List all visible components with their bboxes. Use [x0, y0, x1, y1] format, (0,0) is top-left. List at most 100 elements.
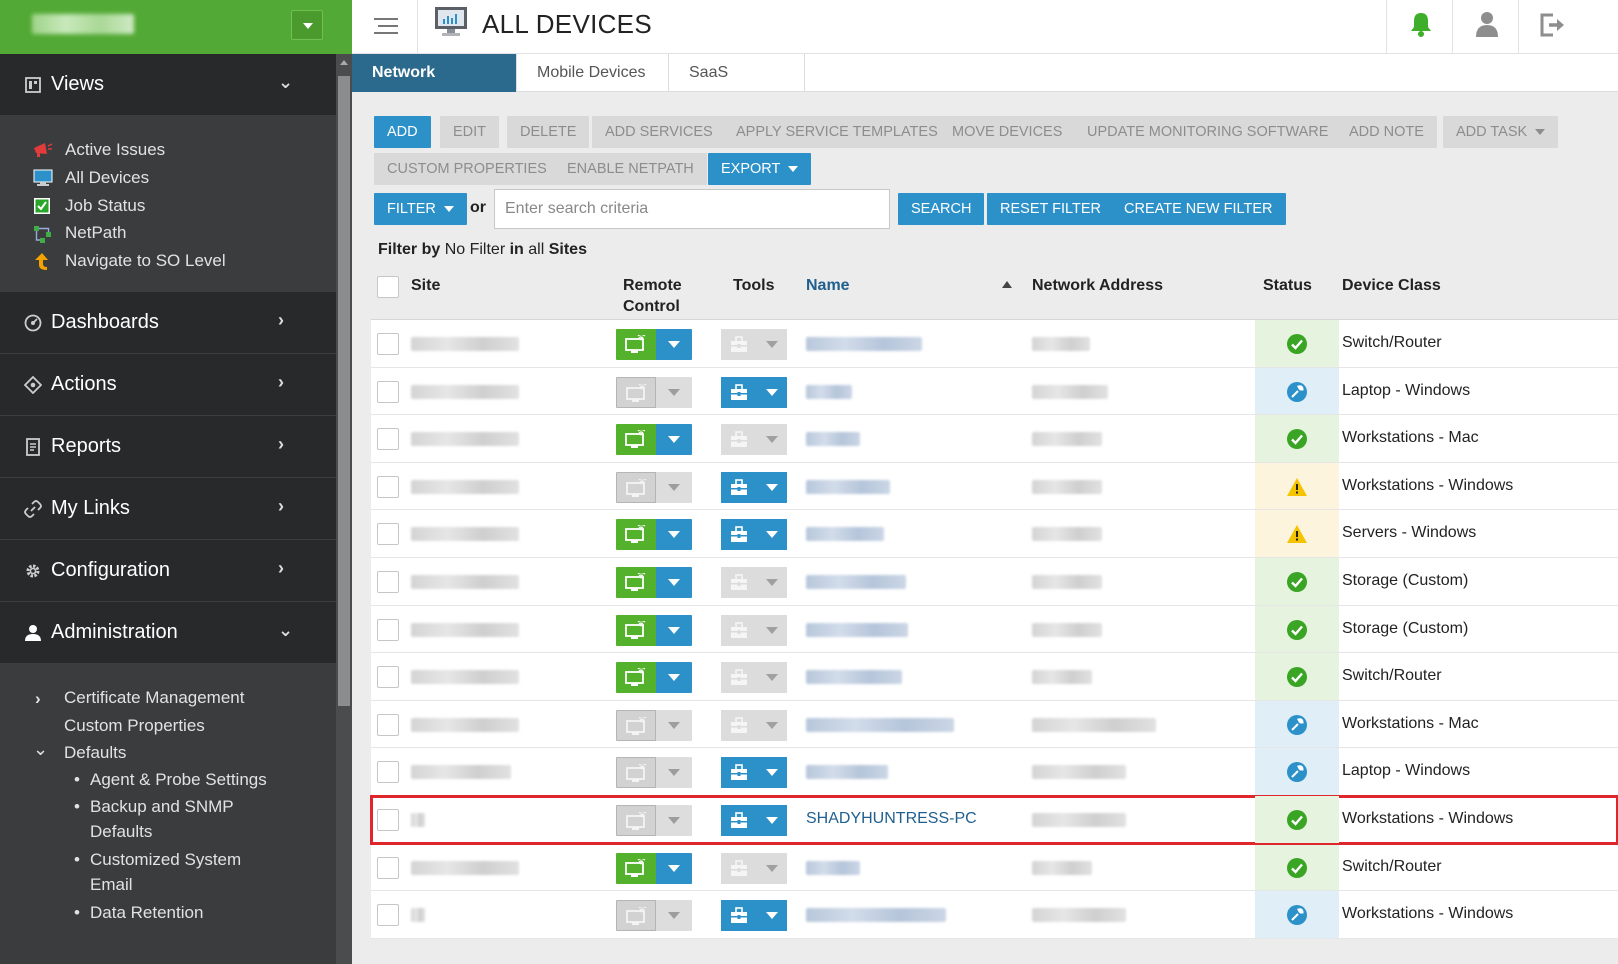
scrollbar-thumb[interactable]	[338, 76, 350, 706]
logout-button[interactable]	[1518, 0, 1584, 54]
company-name-blurred[interactable]	[32, 14, 134, 34]
remote-control-button[interactable]	[616, 804, 692, 836]
add-button[interactable]: ADD	[374, 116, 431, 148]
row-checkbox[interactable]	[377, 713, 399, 736]
toolbox-icon[interactable]	[721, 852, 757, 884]
device-name-blurred[interactable]	[806, 765, 888, 780]
row-checkbox[interactable]	[377, 761, 399, 784]
remote-desktop-icon[interactable]	[616, 424, 656, 456]
admin-item-backup-snmp[interactable]: Backup and SNMP	[90, 797, 234, 817]
remote-control-button[interactable]	[616, 519, 692, 551]
device-name-blurred[interactable]	[806, 479, 890, 494]
remote-control-button[interactable]	[616, 329, 692, 360]
company-dropdown-button[interactable]	[291, 10, 323, 40]
tools-dropdown[interactable]	[757, 900, 787, 932]
tools-dropdown[interactable]	[757, 471, 787, 503]
toolbox-icon[interactable]	[721, 519, 757, 551]
row-checkbox[interactable]	[377, 618, 399, 641]
device-name-blurred[interactable]	[806, 860, 860, 875]
nav-configuration[interactable]: Configuration ›	[0, 540, 336, 602]
remote-control-button[interactable]	[616, 566, 692, 598]
add-note-button[interactable]: ADD NOTE	[1336, 116, 1437, 148]
tools-button[interactable]	[721, 709, 787, 741]
tools-dropdown[interactable]	[757, 852, 787, 884]
tools-button[interactable]	[721, 900, 787, 932]
remote-desktop-icon[interactable]	[616, 471, 656, 503]
table-row[interactable]: Workstations - Windows	[371, 462, 1618, 511]
row-checkbox[interactable]	[377, 428, 399, 451]
sidebar-scrollbar[interactable]	[336, 54, 352, 964]
search-input[interactable]	[494, 189, 890, 229]
remote-desktop-icon[interactable]	[616, 329, 656, 360]
admin-item-defaults[interactable]: Defaults	[64, 743, 126, 763]
remote-control-dropdown[interactable]	[656, 662, 692, 694]
export-button[interactable]: EXPORT	[708, 153, 812, 185]
toolbox-icon[interactable]	[721, 424, 757, 456]
row-checkbox[interactable]	[377, 570, 399, 593]
tools-dropdown[interactable]	[757, 757, 787, 789]
tools-button[interactable]	[721, 804, 787, 836]
tools-button[interactable]	[721, 471, 787, 503]
remote-desktop-icon[interactable]	[616, 614, 656, 646]
table-row[interactable]: Switch/Router	[371, 320, 1618, 368]
nav-administration[interactable]: Administration ⌄	[0, 602, 336, 664]
search-button[interactable]: SEARCH	[898, 193, 985, 225]
remote-control-button[interactable]	[616, 376, 692, 408]
admin-item-backup-snmp-cont[interactable]: Defaults	[90, 822, 152, 842]
remote-control-button[interactable]	[616, 852, 692, 884]
remote-control-dropdown[interactable]	[656, 566, 692, 598]
tools-dropdown[interactable]	[757, 329, 787, 360]
row-checkbox[interactable]	[377, 666, 399, 689]
remote-control-button[interactable]	[616, 424, 692, 456]
remote-desktop-icon[interactable]	[616, 566, 656, 598]
table-row[interactable]: Workstations - Windows	[371, 891, 1618, 939]
tools-button[interactable]	[721, 614, 787, 646]
toolbox-icon[interactable]	[721, 757, 757, 789]
chevron-down-icon[interactable]: ⌄	[33, 739, 48, 760]
tools-button[interactable]	[721, 376, 787, 408]
remote-control-dropdown[interactable]	[656, 614, 692, 646]
remote-desktop-icon[interactable]	[616, 662, 656, 694]
table-row[interactable]: Laptop - Windows	[371, 748, 1618, 796]
chevron-right-icon[interactable]: ›	[35, 689, 41, 709]
remote-control-dropdown[interactable]	[656, 329, 692, 360]
nav-my-links[interactable]: My Links ›	[0, 478, 336, 540]
tools-dropdown[interactable]	[757, 424, 787, 456]
remote-control-dropdown[interactable]	[656, 376, 692, 408]
move-devices-button[interactable]: MOVE DEVICES	[939, 116, 1076, 148]
tools-button[interactable]	[721, 566, 787, 598]
remote-desktop-icon[interactable]	[616, 757, 656, 789]
col-tools[interactable]: Tools	[733, 275, 774, 296]
table-row[interactable]: Switch/Router	[371, 653, 1618, 701]
table-row[interactable]: Workstations - Mac	[371, 415, 1618, 463]
toolbox-icon[interactable]	[721, 614, 757, 646]
tools-button[interactable]	[721, 519, 787, 551]
tools-button[interactable]	[721, 757, 787, 789]
device-name-blurred[interactable]	[806, 384, 852, 399]
admin-item-customized-email[interactable]: Email	[90, 875, 133, 895]
tools-dropdown[interactable]	[757, 804, 787, 836]
toolbox-icon[interactable]	[721, 709, 757, 741]
toolbox-icon[interactable]	[721, 376, 757, 408]
remote-control-dropdown[interactable]	[656, 900, 692, 932]
row-checkbox[interactable]	[377, 475, 399, 498]
tools-dropdown[interactable]	[757, 376, 787, 408]
device-name-blurred[interactable]	[806, 622, 908, 637]
admin-item-certificate-management[interactable]: Certificate Management	[64, 688, 244, 708]
col-name[interactable]: Name	[806, 275, 850, 296]
col-site[interactable]: Site	[411, 275, 440, 296]
remote-control-button[interactable]	[616, 709, 692, 741]
device-name-link[interactable]: SHADYHUNTRESS-PC	[806, 810, 977, 828]
table-row[interactable]: Switch/Router	[371, 843, 1618, 892]
row-checkbox[interactable]	[377, 333, 399, 355]
nav-actions[interactable]: Actions ›	[0, 354, 336, 416]
toolbox-icon[interactable]	[721, 662, 757, 694]
remote-control-dropdown[interactable]	[656, 519, 692, 551]
tab-mobile-devices[interactable]: Mobile Devices	[517, 54, 669, 92]
device-name-blurred[interactable]	[806, 574, 906, 589]
remote-control-dropdown[interactable]	[656, 804, 692, 836]
nav-dashboards[interactable]: Dashboards ›	[0, 292, 336, 354]
row-checkbox[interactable]	[377, 904, 399, 927]
table-row[interactable]: SHADYHUNTRESS-PC Workstations - Windows	[370, 794, 1618, 845]
device-name-blurred[interactable]	[806, 717, 954, 732]
